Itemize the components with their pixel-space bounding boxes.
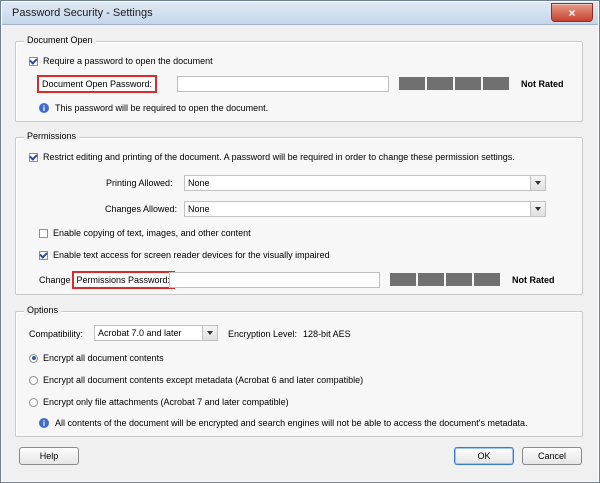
perm-password-rating: Not Rated — [512, 274, 555, 285]
open-info-row: i This password will be required to open… — [39, 103, 268, 113]
changes-value: None — [188, 204, 210, 214]
screenreader-row[interactable]: Enable text access for screen reader dev… — [39, 250, 330, 260]
options-info-row: i All contents of the document will be e… — [39, 418, 528, 428]
radio-label: Encrypt only file attachments (Acrobat 7… — [43, 397, 289, 407]
screenreader-label: Enable text access for screen reader dev… — [53, 250, 330, 260]
title-bar[interactable]: Password Security - Settings × — [2, 2, 598, 25]
encrypt-attachments-radio[interactable] — [29, 397, 38, 407]
radio-row-1[interactable]: Encrypt all document contents except met… — [29, 375, 363, 385]
open-password-row: Document Open Password: — [37, 75, 158, 93]
changes-select[interactable]: None — [184, 201, 546, 217]
restrict-row[interactable]: Restrict editing and printing of the doc… — [29, 152, 515, 162]
printing-label: Printing Allowed: — [106, 178, 173, 188]
open-password-rating: Not Rated — [521, 78, 564, 89]
radio-row-0[interactable]: Encrypt all document contents — [29, 353, 164, 363]
encrypt-except-metadata-radio[interactable] — [29, 375, 38, 385]
chevron-down-icon[interactable] — [202, 326, 217, 340]
permissions-legend: Permissions — [24, 131, 80, 141]
require-password-checkbox[interactable] — [29, 56, 38, 66]
open-password-label: Document Open Password: — [37, 75, 158, 93]
compat-label: Compatibility: — [29, 329, 84, 339]
perm-password-row: Change Permissions Password: — [39, 271, 176, 289]
perm-password-strength: Not Rated — [390, 273, 555, 286]
require-password-row[interactable]: Require a password to open the document — [29, 56, 213, 66]
changes-label-row: Changes Allowed: — [105, 204, 177, 214]
perm-password-input[interactable] — [169, 272, 380, 288]
screenreader-checkbox[interactable] — [39, 250, 48, 260]
window-title: Password Security - Settings — [12, 7, 153, 19]
open-password-meter — [399, 77, 509, 90]
encryption-row: Encryption Level: 128-bit AES — [228, 329, 351, 339]
radio-label: Encrypt all document contents — [43, 353, 164, 363]
perm-password-meter — [390, 273, 500, 286]
restrict-checkbox[interactable] — [29, 152, 38, 162]
close-button[interactable]: × — [551, 3, 593, 22]
open-password-input[interactable] — [177, 76, 389, 92]
compat-label-row: Compatibility: — [29, 329, 83, 339]
change-prefix: Change — [39, 275, 71, 285]
require-password-label: Require a password to open the document — [43, 56, 213, 66]
radio-label: Encrypt all document contents except met… — [43, 375, 364, 385]
perm-password-label: Permissions Password: — [71, 271, 176, 289]
permissions-section: Permissions Restrict editing and printin… — [15, 131, 583, 295]
printing-value: None — [188, 178, 210, 188]
compat-value: Acrobat 7.0 and later — [98, 328, 182, 338]
printing-select[interactable]: None — [184, 175, 546, 191]
changes-label: Changes Allowed: — [105, 204, 178, 214]
options-legend: Options — [24, 305, 62, 315]
encryption-value: 128-bit AES — [303, 329, 351, 339]
restrict-label: Restrict editing and printing of the doc… — [43, 152, 515, 162]
chevron-down-icon[interactable] — [530, 202, 545, 216]
radio-row-2[interactable]: Encrypt only file attachments (Acrobat 7… — [29, 397, 289, 407]
document-open-section: Document Open Require a password to open… — [15, 35, 583, 122]
encryption-label: Encryption Level: — [228, 329, 298, 339]
open-password-strength: Not Rated — [399, 77, 564, 90]
info-icon: i — [39, 103, 49, 113]
dialog-window: Password Security - Settings × Document … — [0, 0, 600, 483]
info-icon: i — [39, 418, 49, 428]
compat-select[interactable]: Acrobat 7.0 and later — [94, 325, 218, 341]
encrypt-all-radio[interactable] — [29, 353, 38, 363]
copy-row[interactable]: Enable copying of text, images, and othe… — [39, 228, 251, 238]
copy-checkbox[interactable] — [39, 228, 48, 238]
help-button[interactable]: Help — [19, 447, 79, 465]
options-section: Options Compatibility: Acrobat 7.0 and l… — [15, 305, 583, 437]
ok-button[interactable]: OK — [454, 447, 514, 465]
close-icon: × — [568, 5, 576, 20]
options-info-text: All contents of the document will be enc… — [55, 418, 528, 428]
document-open-legend: Document Open — [24, 35, 96, 45]
copy-label: Enable copying of text, images, and othe… — [53, 228, 251, 238]
cancel-button[interactable]: Cancel — [522, 447, 582, 465]
open-info-text: This password will be required to open t… — [55, 103, 269, 113]
printing-label-row: Printing Allowed: — [106, 178, 173, 188]
chevron-down-icon[interactable] — [530, 176, 545, 190]
